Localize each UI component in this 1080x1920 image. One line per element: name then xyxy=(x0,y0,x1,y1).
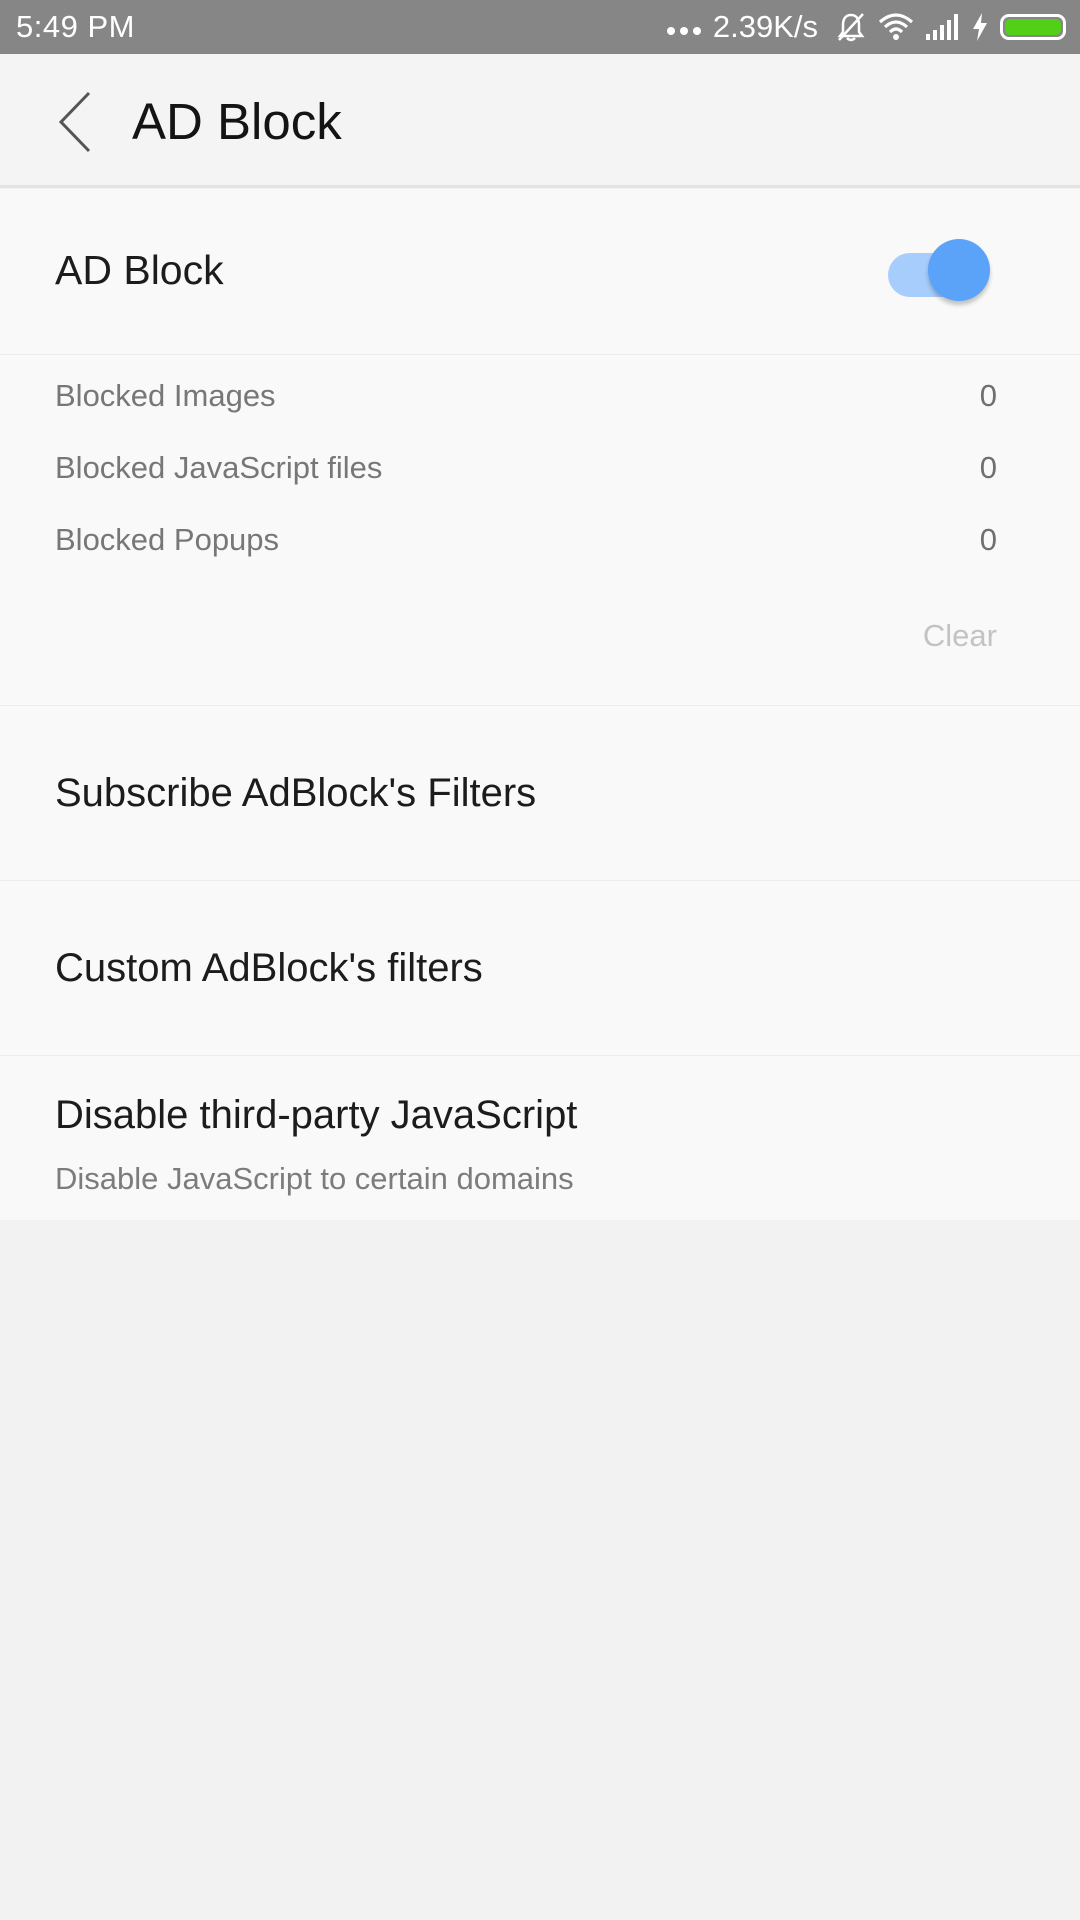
stat-value: 0 xyxy=(979,522,997,557)
chevron-left-icon xyxy=(58,91,91,153)
status-time: 5:49 PM xyxy=(16,9,135,44)
network-speed: 2.39K/s xyxy=(712,9,818,44)
back-button[interactable] xyxy=(50,90,100,154)
menu-item-title: Subscribe AdBlock's Filters xyxy=(55,771,537,815)
battery-level xyxy=(1005,19,1061,35)
status-bar: 5:49 PM 2.39K/s xyxy=(0,0,1080,54)
switch-knob xyxy=(928,239,990,301)
stat-label: Blocked Popups xyxy=(55,522,280,557)
stat-value: 0 xyxy=(979,450,997,485)
stat-label: Blocked Images xyxy=(55,378,276,413)
disable-third-party-js-item[interactable]: Disable third-party JavaScript Disable J… xyxy=(0,1057,1080,1220)
settings-panel: AD Block Blocked Images 0 Blocked JavaSc… xyxy=(0,189,1080,1220)
signal-icon xyxy=(926,14,960,40)
menu-item-title: Custom AdBlock's filters xyxy=(55,946,483,990)
wifi-icon xyxy=(878,13,914,41)
menu-item-title: Disable third-party JavaScript xyxy=(55,1093,578,1137)
subscribe-filters-item[interactable]: Subscribe AdBlock's Filters xyxy=(0,707,1080,881)
stat-value: 0 xyxy=(979,378,997,413)
page-title: AD Block xyxy=(132,93,342,150)
ad-block-toggle-row: AD Block xyxy=(0,189,1080,355)
stat-row-blocked-js: Blocked JavaScript files 0 xyxy=(55,443,997,493)
charging-bolt-icon xyxy=(972,13,988,41)
stat-row-blocked-images: Blocked Images 0 xyxy=(55,371,997,421)
ad-block-toggle-label: AD Block xyxy=(55,247,224,293)
clear-button[interactable]: Clear xyxy=(923,618,997,654)
ad-block-switch[interactable] xyxy=(888,239,994,301)
stat-row-blocked-popups: Blocked Popups 0 xyxy=(55,515,997,565)
blocked-stats: Blocked Images 0 Blocked JavaScript file… xyxy=(0,356,1080,706)
custom-filters-item[interactable]: Custom AdBlock's filters xyxy=(0,882,1080,1056)
battery-icon xyxy=(1000,14,1066,40)
bell-muted-icon xyxy=(836,11,866,43)
app-header: AD Block xyxy=(0,54,1080,188)
more-dots-icon xyxy=(666,27,701,35)
stat-label: Blocked JavaScript files xyxy=(55,450,383,485)
status-icons: 2.39K/s xyxy=(666,9,1066,45)
menu-item-subtitle: Disable JavaScript to certain domains xyxy=(55,1161,574,1196)
